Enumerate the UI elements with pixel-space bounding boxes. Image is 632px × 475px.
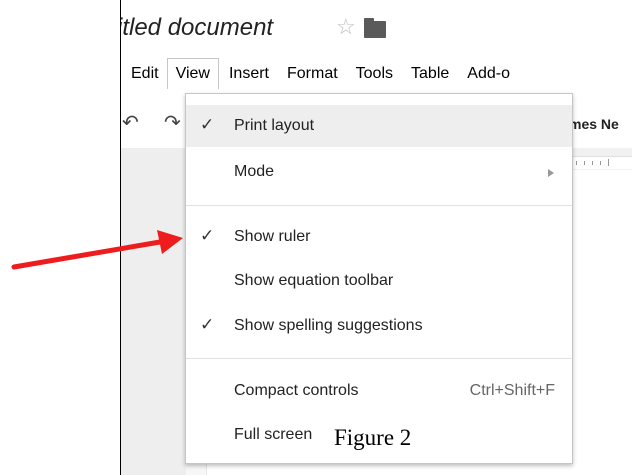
annotation-arrow-icon xyxy=(11,230,183,270)
